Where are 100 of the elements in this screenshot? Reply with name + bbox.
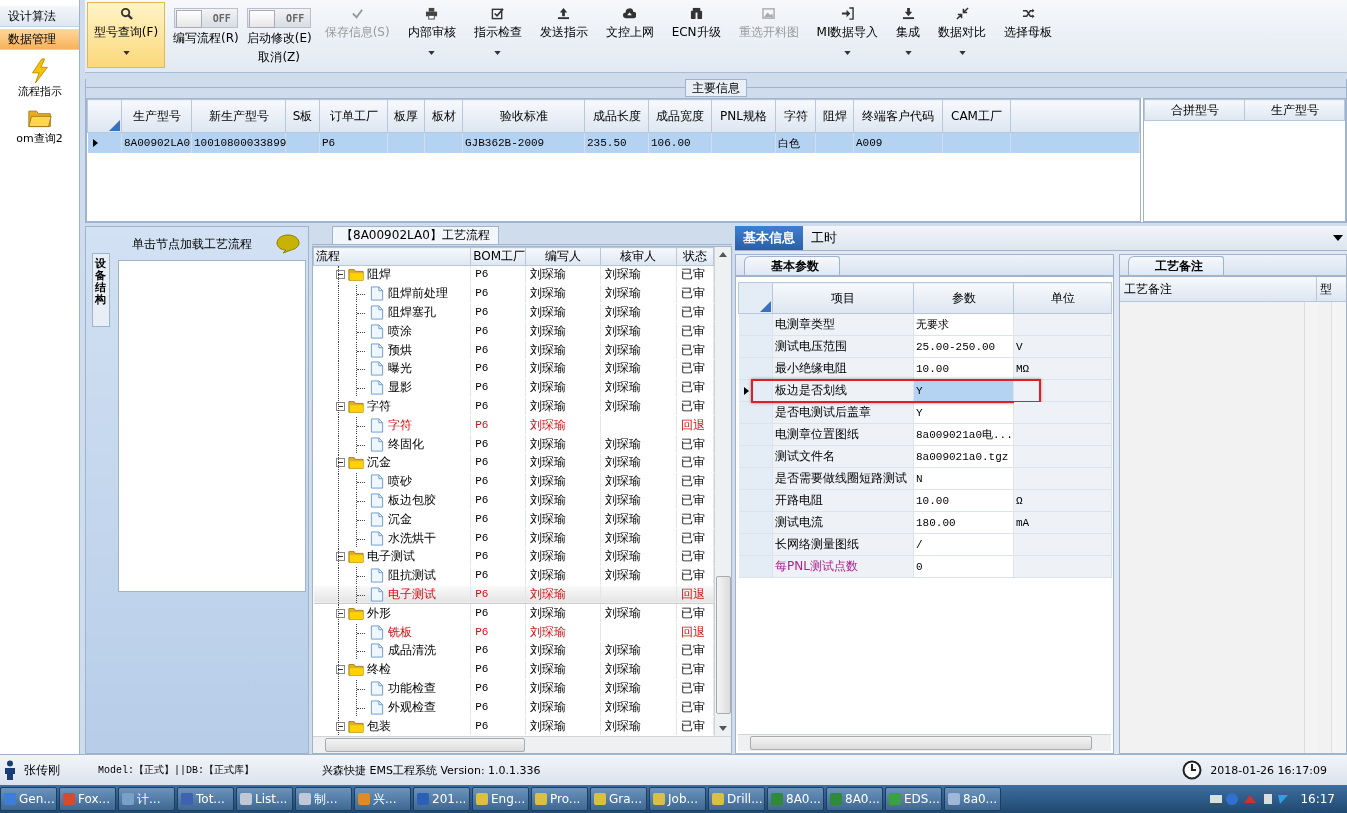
column-header[interactable]: PNL规格 [711, 99, 776, 133]
tree-row[interactable]: 阻焊 P6 刘琛瑜 刘琛瑜 已审 [313, 265, 714, 285]
parameter-row[interactable]: 是否电测试后盖章 Y [738, 401, 1112, 424]
parameter-value[interactable]: Y [916, 384, 923, 397]
parameter-value[interactable]: 180.00 [916, 516, 956, 529]
taskbar-button[interactable]: Gra... [590, 787, 647, 811]
grid-row[interactable]: 8A00902LA0 10010800033899 P6 GJB362B-2009 235.50 106.00 白色 A009 [87, 132, 1140, 153]
tree-row[interactable]: 阻焊前处理 P6 刘琛瑜 刘琛瑜 已审 [313, 284, 714, 304]
toolbar-button[interactable]: 选择母板 [999, 2, 1058, 68]
taskbar-button[interactable]: Fox... [59, 787, 116, 811]
toolbar-button[interactable]: ECN升级 [666, 2, 726, 68]
column-header[interactable]: 板厚 [387, 99, 425, 133]
tray-icons-drawing[interactable] [1208, 791, 1289, 807]
shortcut-label[interactable]: om查询2 [16, 131, 63, 146]
parameter-row[interactable]: 开路电阻 10.00 Ω [738, 489, 1112, 512]
parameter-row[interactable]: 测试电流 180.00 mA [738, 511, 1112, 534]
tree-row[interactable]: 预烘 P6 刘琛瑜 刘琛瑜 已审 [313, 340, 714, 360]
column-header[interactable]: 生产型号 [1244, 99, 1345, 121]
toggle-switch[interactable]: OFF [247, 8, 312, 28]
taskbar-button[interactable]: Drill... [708, 787, 765, 811]
taskbar-button[interactable]: Eng... [472, 787, 529, 811]
expander-icon[interactable] [335, 401, 345, 411]
column-header[interactable]: CAM工厂 [942, 99, 1011, 133]
column-header[interactable]: 新生产型号 [191, 99, 286, 133]
parameter-row[interactable]: 电测章类型 无要求 [738, 313, 1112, 336]
toolbar-button[interactable]: 发送指示 [534, 2, 593, 68]
tree-row[interactable]: 外观检查 P6 刘琛瑜 刘琛瑜 已审 [313, 697, 714, 717]
parameter-value[interactable]: 25.00-250.00 [916, 340, 996, 353]
parameter-value[interactable]: / [916, 538, 923, 551]
parameter-value[interactable]: 8a009021a0电... [916, 429, 1013, 441]
taskbar-button[interactable]: List... [236, 787, 293, 811]
dropdown-icon[interactable] [1333, 235, 1343, 241]
expander-icon[interactable] [335, 608, 345, 618]
parameter-row[interactable]: 电测章位置图纸 8a009021a0电... [738, 423, 1112, 446]
taskbar-button[interactable]: 8A0... [767, 787, 824, 811]
column-header[interactable]: 生产型号 [121, 99, 192, 133]
column-header[interactable]: S板 [285, 99, 320, 133]
toolbar-button[interactable]: 型号查询(F) [87, 2, 165, 68]
tab[interactable]: 基本信息 [735, 226, 803, 250]
taskbar-button[interactable]: 制... [295, 787, 352, 811]
tree-row[interactable]: 字符 P6 刘琛瑜 回退 [313, 415, 714, 435]
taskbar-button[interactable]: 8A0... [826, 787, 883, 811]
parameter-value[interactable]: 10.00 [916, 362, 949, 375]
parameter-row[interactable]: 板边是否划线 Y [738, 379, 1112, 402]
expander-icon[interactable] [335, 721, 345, 731]
column-header[interactable]: 编写人 [525, 247, 601, 266]
toolbar-button[interactable]: 内部审核 [402, 2, 461, 68]
column-header[interactable]: 验收标准 [462, 99, 585, 133]
expander-icon[interactable] [335, 665, 345, 675]
column-header[interactable]: 单位 [1013, 282, 1112, 314]
toolbar-button[interactable]: MI数据导入 [811, 2, 884, 68]
column-header[interactable]: 项目 [772, 282, 914, 314]
tree-row[interactable]: 成品清洗 P6 刘琛瑜 刘琛瑜 已审 [313, 641, 714, 661]
column-header[interactable]: BOM工厂 [470, 247, 526, 266]
tab[interactable]: 工时 [803, 226, 845, 250]
column-header[interactable]: 阻焊 [815, 99, 854, 133]
tree-row[interactable]: 曝光 P6 刘琛瑜 刘琛瑜 已审 [313, 359, 714, 379]
parameter-value[interactable]: 无要求 [916, 319, 949, 331]
vertical-tab[interactable]: 设备结构 [92, 253, 110, 327]
tree-row[interactable]: 字符 P6 刘琛瑜 刘琛瑜 已审 [313, 397, 714, 416]
nav-item[interactable]: 数据管理 [0, 29, 79, 50]
parameter-row[interactable]: 每PNL测试点数 0 [738, 555, 1112, 578]
column-header[interactable]: 工艺备注 [1120, 277, 1317, 301]
column-header[interactable]: 字符 [775, 99, 816, 133]
toolbar-button[interactable]: 指示检查 [468, 2, 527, 68]
tree-row[interactable]: 阻焊塞孔 P6 刘琛瑜 刘琛瑜 已审 [313, 303, 714, 322]
column-header[interactable]: 板材 [424, 99, 463, 133]
tree-row[interactable]: 板边包胶 P6 刘琛瑜 刘琛瑜 已审 [313, 491, 714, 510]
column-header[interactable]: 核审人 [600, 247, 677, 266]
parameter-row[interactable]: 是否需要做线圈短路测试 N [738, 467, 1112, 490]
taskbar-button[interactable]: Gen... [0, 787, 57, 811]
tree-row[interactable]: 终固化 P6 刘琛瑜 刘琛瑜 已审 [313, 434, 714, 454]
tree-row[interactable]: 电子测试 P6 刘琛瑜 刘琛瑜 已审 [313, 547, 714, 567]
toggle-switch[interactable]: OFF [173, 8, 238, 28]
taskbar-button[interactable]: 兴... [354, 787, 411, 811]
taskbar-button[interactable]: Tot... [177, 787, 234, 811]
tree-row[interactable]: 铣板 P6 刘琛瑜 回退 [313, 622, 714, 642]
column-header[interactable]: 流程 [313, 247, 471, 266]
taskbar-button[interactable]: Pro... [531, 787, 588, 811]
expander-icon[interactable] [335, 458, 345, 468]
tree-row[interactable]: 沉金 P6 刘琛瑜 刘琛瑜 已审 [313, 509, 714, 529]
tree-row[interactable]: 终检 P6 刘琛瑜 刘琛瑜 已审 [313, 660, 714, 680]
column-header[interactable]: 订单工厂 [319, 99, 388, 133]
column-header[interactable]: 状态 [676, 247, 714, 266]
tree-row[interactable]: 喷涂 P6 刘琛瑜 刘琛瑜 已审 [313, 321, 714, 341]
column-header[interactable]: 成品长度 [584, 99, 649, 133]
tree-row[interactable]: 沉金 P6 刘琛瑜 刘琛瑜 已审 [313, 453, 714, 473]
taskbar-button[interactable]: 计... [118, 787, 175, 811]
nav-item[interactable]: 设计算法 [0, 6, 79, 27]
tree-row[interactable]: 包装 P6 刘琛瑜 刘琛瑜 已审 [313, 716, 714, 736]
taskbar-button[interactable]: 8a0... [944, 787, 1001, 811]
toolbar-button[interactable]: 集成 [891, 2, 926, 68]
column-header[interactable]: 合拼型号 [1144, 99, 1245, 121]
expander-icon[interactable] [335, 270, 345, 280]
parameter-value[interactable]: 0 [916, 560, 923, 573]
parameter-row[interactable]: 测试电压范围 25.00-250.00 V [738, 335, 1112, 358]
panel-tab[interactable]: 基本参数 [744, 256, 840, 275]
parameter-value[interactable]: Y [916, 406, 923, 419]
tree-row[interactable]: 外形 P6 刘琛瑜 刘琛瑜 已审 [313, 603, 714, 623]
parameter-row[interactable]: 测试文件名 8a009021a0.tgz [738, 445, 1112, 468]
